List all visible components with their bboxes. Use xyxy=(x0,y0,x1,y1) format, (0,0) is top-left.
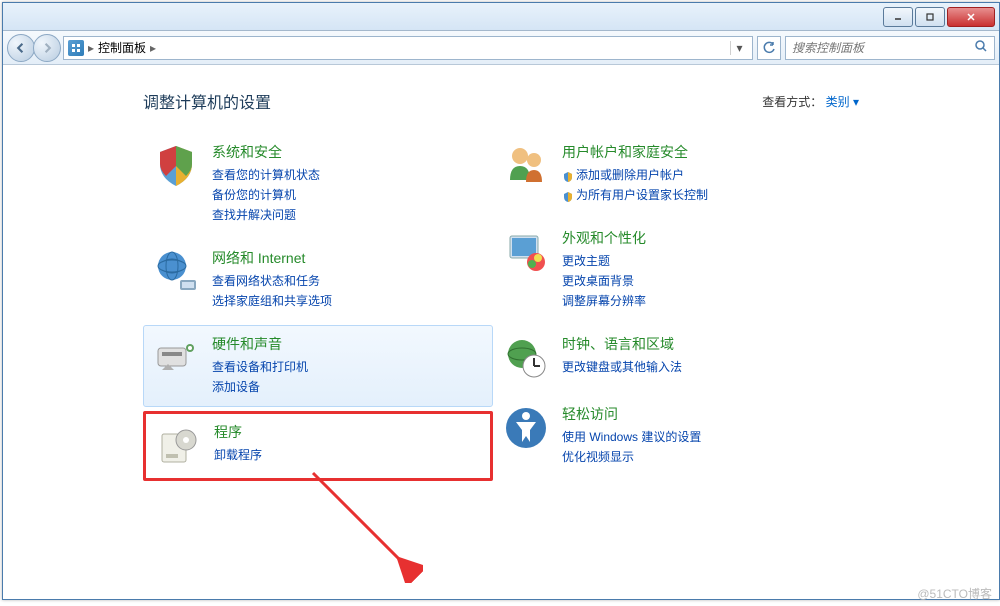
programs-icon xyxy=(154,422,202,470)
minimize-button[interactable] xyxy=(883,7,913,27)
search-box[interactable] xyxy=(785,36,995,60)
category-link[interactable]: 选择家庭组和共享选项 xyxy=(212,292,484,310)
category-link[interactable]: 查看网络状态和任务 xyxy=(212,272,484,290)
shield-icon xyxy=(562,170,574,182)
watermark: @51CTO博客 xyxy=(917,585,992,602)
category-link[interactable]: 添加或删除用户帐户 xyxy=(562,166,834,184)
nav-arrows xyxy=(7,34,59,62)
breadcrumb-separator: ▸ xyxy=(88,41,94,55)
close-button[interactable] xyxy=(947,7,995,27)
category-link[interactable]: 更改主题 xyxy=(562,252,834,270)
page-title: 调整计算机的设置 xyxy=(143,89,271,113)
category-link[interactable]: 查找并解决问题 xyxy=(212,206,484,224)
clock-region-icon xyxy=(502,334,550,382)
category-user-accounts[interactable]: 用户帐户和家庭安全添加或删除用户帐户为所有用户设置家长控制 xyxy=(493,133,843,215)
category-title[interactable]: 程序 xyxy=(214,422,482,442)
category-programs[interactable]: 程序卸载程序 xyxy=(143,411,493,481)
categories-grid: 系统和安全查看您的计算机状态备份您的计算机查找并解决问题网络和 Internet… xyxy=(53,133,949,485)
window-controls xyxy=(883,7,995,27)
column-right: 用户帐户和家庭安全添加或删除用户帐户为所有用户设置家长控制外观和个性化更改主题更… xyxy=(493,133,843,485)
category-link[interactable]: 添加设备 xyxy=(212,378,484,396)
category-link[interactable]: 使用 Windows 建议的设置 xyxy=(562,428,834,446)
category-title[interactable]: 网络和 Internet xyxy=(212,248,484,268)
breadcrumb-root[interactable]: 控制面板 xyxy=(98,39,146,56)
category-link[interactable]: 查看设备和打印机 xyxy=(212,358,484,376)
shield-icon xyxy=(562,190,574,202)
refresh-button[interactable] xyxy=(757,36,781,60)
category-link[interactable]: 更改键盘或其他输入法 xyxy=(562,358,834,376)
category-title[interactable]: 轻松访问 xyxy=(562,404,834,424)
content-area: 调整计算机的设置 查看方式： 类别 ▾ 系统和安全查看您的计算机状态备份您的计算… xyxy=(3,65,999,599)
ease-access-icon xyxy=(502,404,550,452)
category-link[interactable]: 调整屏幕分辨率 xyxy=(562,292,834,310)
category-link[interactable]: 卸载程序 xyxy=(214,446,482,464)
category-title[interactable]: 系统和安全 xyxy=(212,142,484,162)
hardware-sound-icon xyxy=(152,334,200,382)
breadcrumb-separator: ▸ xyxy=(150,41,156,55)
category-title[interactable]: 时钟、语言和区域 xyxy=(562,334,834,354)
category-hardware-sound[interactable]: 硬件和声音查看设备和打印机添加设备 xyxy=(143,325,493,407)
category-link[interactable]: 为所有用户设置家长控制 xyxy=(562,186,834,204)
view-value-link[interactable]: 类别 ▾ xyxy=(826,95,859,109)
category-link[interactable]: 更改桌面背景 xyxy=(562,272,834,290)
address-bar[interactable]: ▸ 控制面板 ▸ ▾ xyxy=(63,36,753,60)
category-link[interactable]: 查看您的计算机状态 xyxy=(212,166,484,184)
window-frame: ▸ 控制面板 ▸ ▾ 调整计算机的设置 查看方式： 类别 ▾ 系统和安全查看您的… xyxy=(2,2,1000,600)
category-title[interactable]: 硬件和声音 xyxy=(212,334,484,354)
search-icon[interactable] xyxy=(974,39,988,56)
user-accounts-icon xyxy=(502,142,550,190)
view-mode: 查看方式： 类别 ▾ xyxy=(762,93,859,110)
content-header: 调整计算机的设置 查看方式： 类别 ▾ xyxy=(53,89,949,113)
search-input[interactable] xyxy=(792,41,974,55)
address-dropdown[interactable]: ▾ xyxy=(730,41,748,55)
appearance-icon xyxy=(502,228,550,276)
control-panel-icon xyxy=(68,40,84,56)
back-button[interactable] xyxy=(7,34,35,62)
system-security-icon xyxy=(152,142,200,190)
forward-button[interactable] xyxy=(33,34,61,62)
category-title[interactable]: 用户帐户和家庭安全 xyxy=(562,142,834,162)
category-ease-access[interactable]: 轻松访问使用 Windows 建议的设置优化视频显示 xyxy=(493,395,843,477)
maximize-button[interactable] xyxy=(915,7,945,27)
category-link[interactable]: 备份您的计算机 xyxy=(212,186,484,204)
titlebar xyxy=(3,3,999,31)
category-appearance[interactable]: 外观和个性化更改主题更改桌面背景调整屏幕分辨率 xyxy=(493,219,843,321)
category-network-internet[interactable]: 网络和 Internet 查看网络状态和任务选择家庭组和共享选项 xyxy=(143,239,493,321)
network-internet-icon xyxy=(152,248,200,296)
view-label: 查看方式： xyxy=(762,95,822,109)
category-title[interactable]: 外观和个性化 xyxy=(562,228,834,248)
navigation-bar: ▸ 控制面板 ▸ ▾ xyxy=(3,31,999,65)
category-link[interactable]: 优化视频显示 xyxy=(562,448,834,466)
column-left: 系统和安全查看您的计算机状态备份您的计算机查找并解决问题网络和 Internet… xyxy=(143,133,493,485)
category-system-security[interactable]: 系统和安全查看您的计算机状态备份您的计算机查找并解决问题 xyxy=(143,133,493,235)
category-clock-region[interactable]: 时钟、语言和区域更改键盘或其他输入法 xyxy=(493,325,843,391)
